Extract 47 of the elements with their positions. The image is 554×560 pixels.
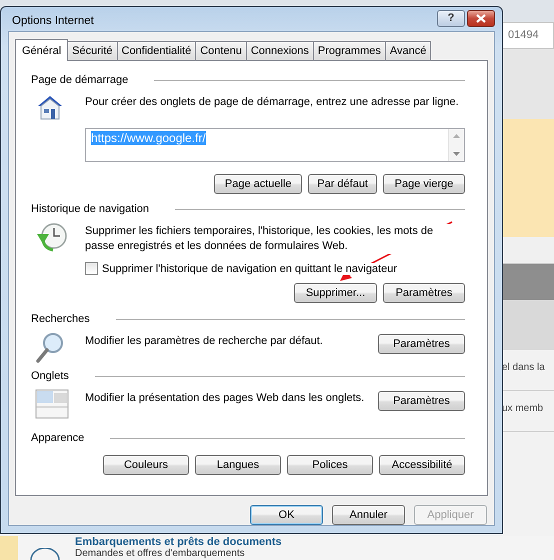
- checkbox-label: Supprimer l'historique de navigation en quittant le navigateur: [102, 262, 398, 274]
- section-title: Onglets: [31, 370, 69, 382]
- down-arrow-icon[interactable]: [453, 152, 460, 156]
- close-icon: [476, 14, 486, 22]
- page-field: 01494: [502, 22, 554, 49]
- option-button[interactable]: Couleurs: [103, 455, 189, 475]
- tab[interactable]: Général: [15, 39, 68, 61]
- settings-button[interactable]: Paramètres: [378, 391, 465, 411]
- tab[interactable]: Sécurité: [67, 41, 118, 60]
- option-button[interactable]: Paramètres: [383, 283, 465, 303]
- settings-button[interactable]: Paramètres: [378, 334, 465, 354]
- tab[interactable]: Contenu: [195, 41, 247, 60]
- tab[interactable]: Programmes: [312, 41, 386, 60]
- help-button[interactable]: ?: [437, 10, 465, 26]
- menu-row: [502, 300, 554, 350]
- option-button[interactable]: Langues: [195, 455, 281, 475]
- option-button[interactable]: Page actuelle: [214, 174, 302, 194]
- page-link[interactable]: Embarquements et prêts de documents: [75, 536, 282, 548]
- checkbox[interactable]: [85, 262, 98, 275]
- option-button[interactable]: Polices: [287, 455, 373, 475]
- tab[interactable]: Connexions: [246, 41, 314, 60]
- tab[interactable]: Confidentialité: [116, 41, 196, 60]
- scrollbar[interactable]: [448, 129, 464, 161]
- magnifier-icon: [35, 332, 65, 364]
- option-button[interactable]: Accessibilité: [379, 455, 465, 475]
- dialog-button[interactable]: Annuler: [332, 505, 405, 525]
- option-button[interactable]: Par défaut: [308, 174, 377, 194]
- section-title: Recherches: [31, 313, 90, 325]
- option-button[interactable]: Supprimer...: [294, 283, 377, 303]
- close-button[interactable]: [467, 10, 495, 26]
- menu-bar: [502, 264, 554, 300]
- up-arrow-icon[interactable]: [453, 134, 460, 138]
- tab[interactable]: Avancé: [384, 41, 432, 60]
- section-description: Modifier la présentation des pages Web dans les onglets.: [85, 391, 364, 406]
- option-button[interactable]: Page vierge: [383, 174, 465, 194]
- section-description: Modifier les paramètres de recherche par défaut.: [85, 334, 323, 349]
- sidebar-edge: [0, 536, 18, 560]
- page-subtitle: Demandes et offres d'embarquements: [75, 548, 246, 559]
- page-header-band: [502, 49, 554, 119]
- window-tabs-icon: [35, 389, 69, 419]
- section-title: Historique de navigation: [31, 203, 150, 215]
- dialog-button[interactable]: OK: [250, 505, 323, 525]
- section-title: Page de démarrage: [31, 74, 128, 86]
- clock-icon: [35, 222, 69, 252]
- window-title: Options Internet: [11, 14, 94, 27]
- section-description: Pour créer des onglets de page de démarrage, entrez une adresse par ligne.: [85, 95, 460, 110]
- section-title: Apparence: [31, 432, 84, 444]
